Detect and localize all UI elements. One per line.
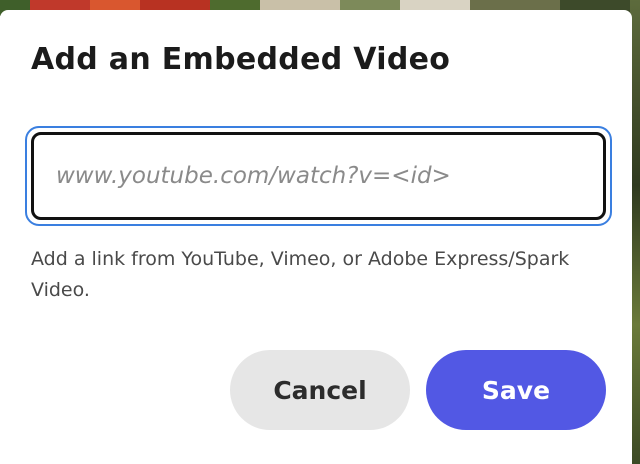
url-input-focus-ring xyxy=(25,126,612,226)
helper-text: Add a link from YouTube, Vimeo, or Adobe… xyxy=(31,248,570,301)
dialog-title: Add an Embedded Video xyxy=(31,42,451,77)
save-button[interactable]: Save xyxy=(426,350,606,430)
embed-video-dialog: Add an Embedded Video Add a link from Yo… xyxy=(0,10,632,464)
video-url-input[interactable] xyxy=(31,132,606,220)
cancel-button[interactable]: Cancel xyxy=(230,350,410,430)
